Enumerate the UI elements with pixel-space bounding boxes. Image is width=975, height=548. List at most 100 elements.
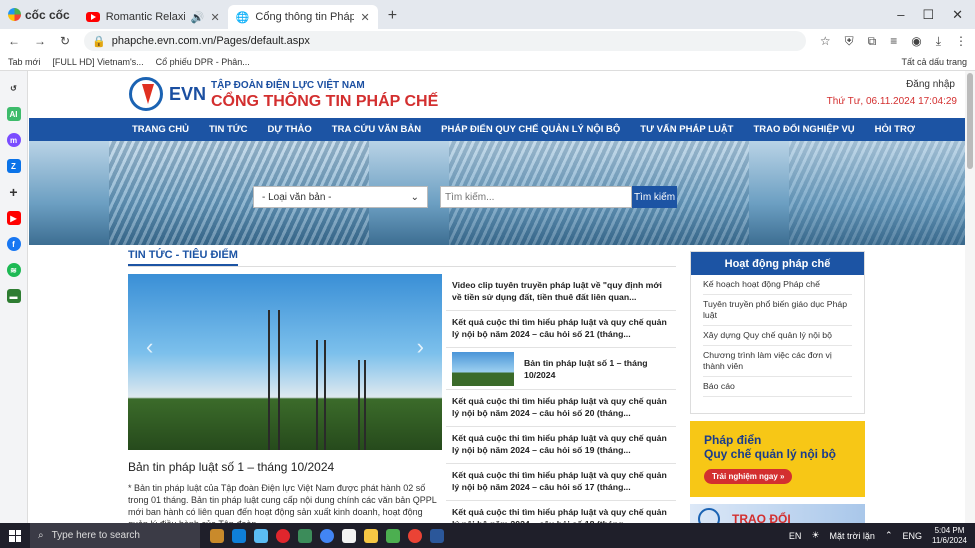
panel-item[interactable]: Tuyên truyền phổ biến giáo dục Pháp luật	[703, 295, 852, 326]
banner-line1: Pháp điển	[704, 433, 762, 447]
news-item[interactable]: Kết quả cuộc thi tìm hiểu pháp luật và q…	[446, 390, 676, 427]
nav-exchange[interactable]: TRAO ĐỔI NGHIỆP VỤ	[753, 124, 854, 135]
ime-indicator[interactable]: ENG	[902, 531, 922, 541]
login-link[interactable]: Đăng nhập	[906, 79, 955, 90]
spotify-icon[interactable]: ≋	[6, 263, 21, 277]
history-icon[interactable]: ↺	[7, 81, 21, 95]
file-icon[interactable]	[342, 528, 356, 543]
coccoc-green-icon[interactable]	[386, 528, 400, 543]
ai-icon[interactable]: AI	[6, 107, 21, 121]
sun-icon: ☀	[811, 530, 820, 540]
evn-logo-icon[interactable]	[129, 77, 163, 111]
word-icon[interactable]	[430, 528, 444, 543]
next-arrow-icon[interactable]: ›	[417, 334, 424, 360]
power-tower	[358, 360, 366, 450]
featured-slider[interactable]: ‹ ›	[128, 274, 442, 450]
doc-type-select[interactable]: - Loại văn bản - ⌄	[253, 186, 428, 208]
site-header: EVN TẬP ĐOÀN ĐIỆN LỰC VIỆT NAM CỔNG THÔN…	[29, 71, 965, 118]
news-item[interactable]: Kết quả cuộc thi tìm hiểu pháp luật và q…	[446, 501, 676, 523]
bookmark-item[interactable]: Tab mới	[8, 57, 40, 67]
nav-advice[interactable]: TƯ VẤN PHÁP LUẬT	[640, 124, 733, 135]
speaker-icon[interactable]: 🔊	[191, 11, 205, 24]
zalo-icon[interactable]: Z	[6, 159, 21, 173]
panel-item[interactable]: Kế hoạch hoạt động Pháp chế	[703, 275, 852, 295]
panel-item[interactable]: Xây dựng Quy chế quản lý nội bộ	[703, 326, 852, 346]
search-input[interactable]	[440, 186, 632, 208]
chrome-icon[interactable]	[320, 528, 334, 543]
nav-drafts[interactable]: DỰ THẢO	[268, 124, 312, 135]
nav-docs[interactable]: TRA CỨU VĂN BẢN	[332, 124, 421, 135]
news-item[interactable]: Kết quả cuộc thi tìm hiểu pháp luật và q…	[446, 427, 676, 464]
system-tray: EN ☀ Mặt trời lặn ⌃ ENG 5:04 PM 11/6/202…	[789, 526, 975, 546]
codex-banner[interactable]: Pháp điển Quy chế quản lý nội bộ Trải ng…	[690, 421, 865, 497]
all-bookmarks[interactable]: Tất cả dấu trang	[901, 57, 967, 67]
search-button[interactable]: Tìm kiếm	[632, 186, 677, 208]
news-item[interactable]: Kết quả cuộc thi tìm hiểu pháp luật và q…	[446, 311, 676, 348]
folder-icon[interactable]	[364, 528, 378, 543]
coccoc-brand[interactable]: cốc cốc	[0, 0, 78, 29]
panel-item[interactable]: Báo cáo	[703, 377, 852, 397]
scrollbar-thumb[interactable]	[967, 73, 973, 169]
account-icon[interactable]: ◉	[911, 34, 921, 49]
chevron-down-icon: ⌄	[410, 191, 419, 203]
back-icon[interactable]: ←	[8, 34, 20, 48]
extensions-icon[interactable]: ⧉	[868, 34, 877, 49]
messenger-icon[interactable]: m	[6, 133, 21, 147]
star-icon[interactable]: ☆	[820, 34, 831, 49]
bookmarks-bar: Tab mới [FULL HD] Vietnam's... Cổ phiếu …	[0, 53, 975, 71]
evn-logo-icon	[698, 508, 720, 523]
chevron-up-icon[interactable]: ⌃	[885, 530, 893, 541]
banner-cta[interactable]: Trải nghiệm ngay »	[704, 469, 793, 484]
address-bar: ← → ↻ 🔒 phapche.evn.com.vn/Pages/default…	[0, 29, 975, 53]
close-icon[interactable]: ✕	[210, 11, 219, 24]
clock[interactable]: 5:04 PM 11/6/2024	[932, 526, 967, 546]
new-tab-button[interactable]: +	[378, 7, 407, 29]
edge-icon[interactable]	[232, 528, 246, 543]
prev-arrow-icon[interactable]: ‹	[146, 334, 153, 360]
exchange-banner[interactable]: TRAO ĐỔI	[690, 504, 865, 523]
reload-icon[interactable]: ↻	[60, 34, 70, 48]
bookmark-item[interactable]: Cổ phiếu DPR - Phân...	[156, 57, 250, 67]
youtube-icon[interactable]: ▶	[6, 211, 21, 225]
start-button[interactable]	[0, 523, 30, 548]
page-scrollbar[interactable]	[965, 71, 975, 523]
panel-item[interactable]: Chương trình làm việc các đơn vị thành v…	[703, 346, 852, 377]
main-nav: TRANG CHỦ TIN TỨC DỰ THẢO TRA CỨU VĂN BẢ…	[29, 118, 965, 141]
facebook-icon[interactable]: f	[6, 237, 21, 251]
featured-desc: * Bản tin pháp luật của Tập đoàn Điện lự…	[128, 483, 437, 523]
news-item[interactable]: Video clip tuyên truyền pháp luật về "qu…	[446, 274, 676, 311]
coccoc-icon[interactable]	[254, 528, 268, 543]
nav-support[interactable]: HỎI TRỢ	[875, 124, 915, 135]
language-indicator[interactable]: EN	[789, 531, 802, 541]
minimize-icon[interactable]: –	[897, 7, 904, 23]
opera-icon[interactable]	[276, 528, 290, 543]
news-item[interactable]: Kết quả cuộc thi tìm hiểu pháp luật và q…	[446, 464, 676, 501]
taskbar-search[interactable]: ⌕ Type here to search	[30, 523, 200, 548]
store-icon[interactable]	[298, 528, 312, 543]
bookmark-item[interactable]: [FULL HD] Vietnam's...	[52, 57, 143, 67]
current-date: Thứ Tư, 06.11.2024 17:04:29	[826, 96, 957, 107]
news-list: Video clip tuyên truyền pháp luật về "qu…	[446, 274, 676, 523]
featured-title[interactable]: Bản tin pháp luật số 1 – tháng 10/2024	[128, 460, 334, 474]
nav-home[interactable]: TRANG CHỦ	[132, 124, 189, 135]
coccoc-logo-icon	[8, 8, 21, 21]
nav-news[interactable]: TIN TỨC	[209, 124, 248, 135]
close-window-icon[interactable]: ✕	[952, 7, 963, 23]
maximize-icon[interactable]: ☐	[922, 7, 934, 23]
add-icon[interactable]: +	[7, 184, 21, 200]
tab-evn[interactable]: 🌐 Cổng thông tin Pháp chế EVN ✕	[227, 5, 378, 29]
weather-text[interactable]: Mặt trời lặn	[830, 531, 875, 541]
nav-codex[interactable]: PHÁP ĐIỂN QUY CHẾ QUẢN LÝ NỘI BỘ	[441, 124, 620, 135]
news-item[interactable]: Bản tin pháp luật số 1 – tháng 10/2024	[446, 348, 676, 390]
app-icon[interactable]: ▬	[6, 289, 21, 303]
briefcase-icon[interactable]	[210, 528, 224, 543]
chrome-alt-icon[interactable]	[408, 528, 422, 543]
tab-music[interactable]: Romantic Relaxing Music: Bea 🔊 ✕	[78, 5, 228, 29]
menu-icon[interactable]: ⋮	[955, 34, 967, 49]
shield-icon[interactable]: ⛨	[845, 34, 854, 49]
download-icon[interactable]: ⤓	[936, 34, 941, 49]
forward-icon[interactable]: →	[34, 34, 46, 48]
close-icon[interactable]: ✕	[360, 11, 369, 24]
playlist-icon[interactable]: ≡	[890, 34, 897, 49]
url-field[interactable]: 🔒 phapche.evn.com.vn/Pages/default.aspx	[84, 31, 806, 51]
